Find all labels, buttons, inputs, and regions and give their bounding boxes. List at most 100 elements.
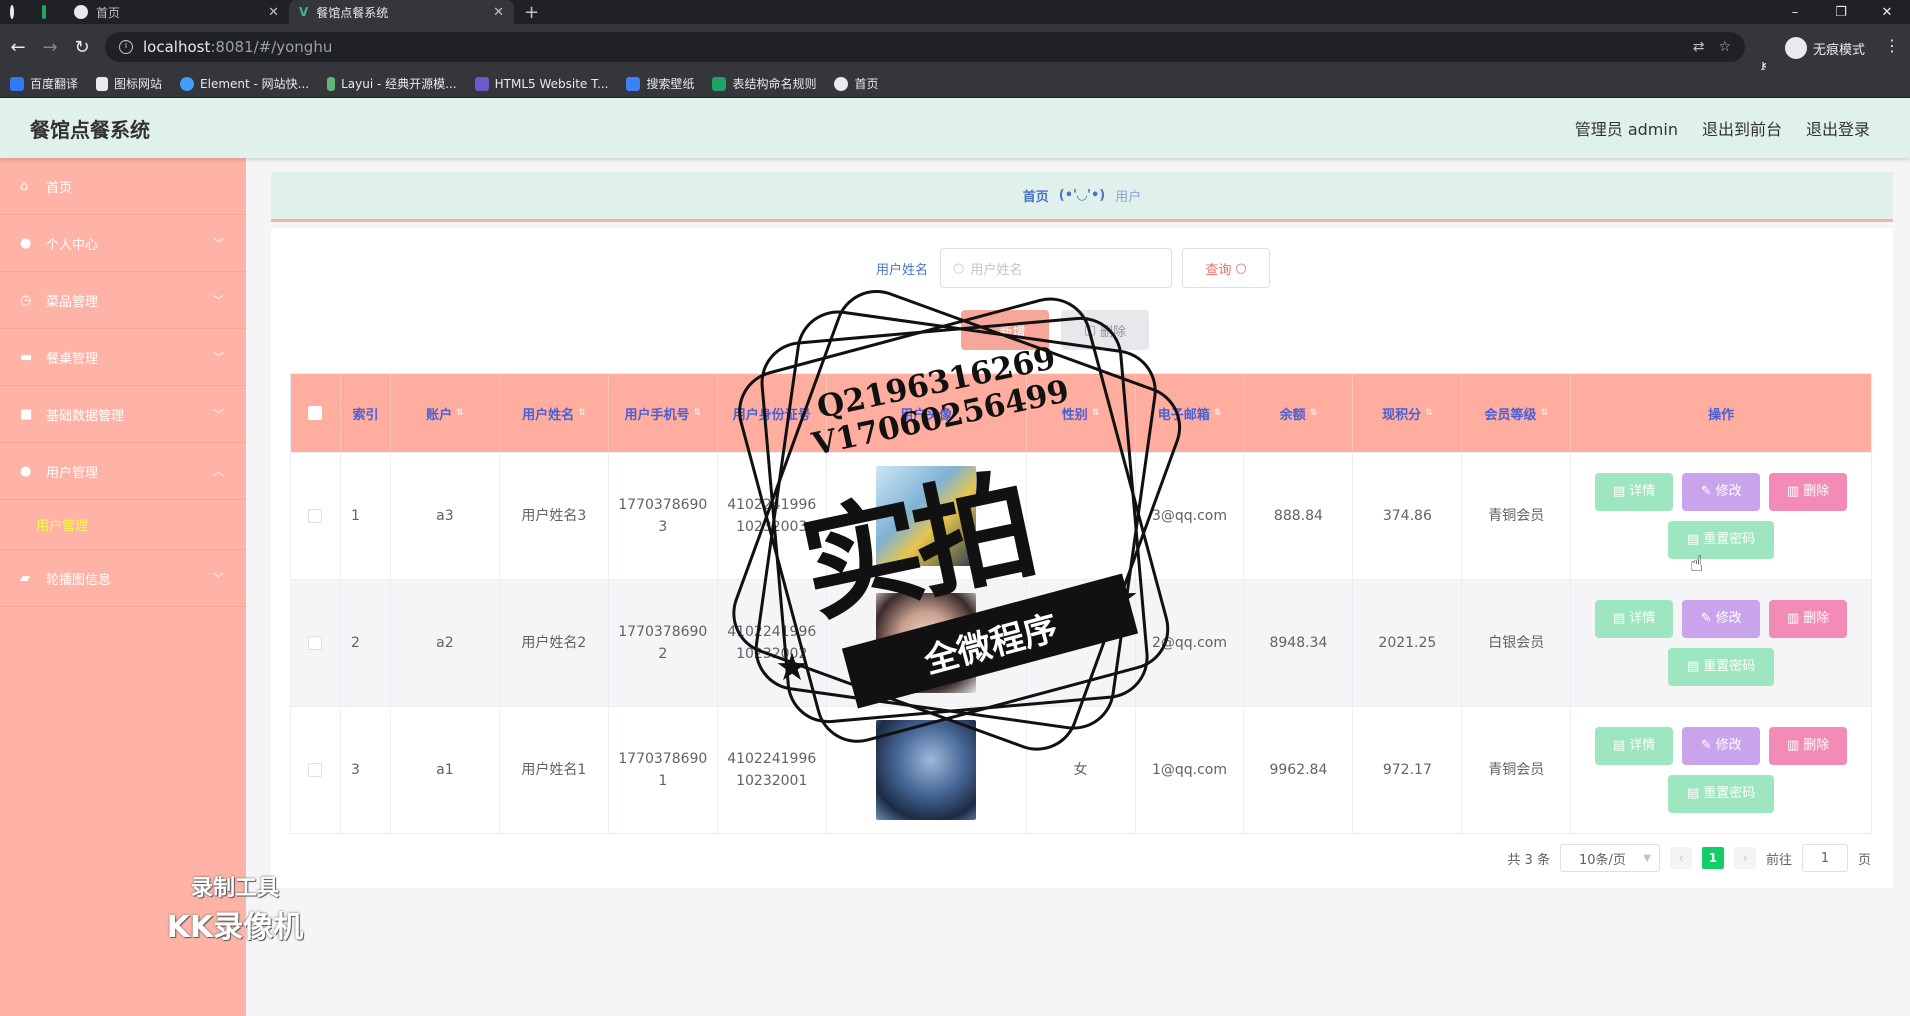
close-window-icon[interactable]: ✕ [1864,5,1910,20]
sort-icon[interactable]: ⇅ [1425,408,1433,418]
breadcrumb-home[interactable]: 首页 [1023,186,1049,205]
bookmark-6[interactable]: 表结构命名规则 [712,75,816,92]
edit-button[interactable]: ✎ 修改 [1682,600,1761,638]
detail-label: 详情 [1629,738,1656,753]
bookmark-2[interactable]: Element - 网站快... [180,75,309,92]
pagination: 共 3 条 10条/页 ▼ ‹ 1 › 前往 1 页 [1507,844,1871,872]
detail-button[interactable]: ▤ 详情 [1595,600,1674,638]
recorder-line1: 录制工具 [190,876,279,901]
bookmark-7[interactable]: 首页 [834,75,879,92]
browser-tab-1[interactable] [32,0,64,24]
forward-icon[interactable]: → [34,37,66,58]
goto-value: 1 [1820,850,1830,866]
header-balance[interactable]: 余额 ⇅ [1244,374,1354,452]
next-page-button[interactable]: › [1733,847,1756,869]
row-checkbox[interactable] [308,636,323,650]
reset-password-button[interactable]: ▤ 重置密码 [1668,521,1775,559]
breadcrumb-separator: (•'◡'•) [1058,188,1106,203]
bookmark-label: Element - 网站快... [200,77,310,91]
sort-icon[interactable]: ⇅ [1214,408,1222,418]
briefcase-icon: ▰ [20,570,30,586]
query-button[interactable]: 查询 ○ [1182,248,1271,288]
profile-label: 无痕模式 [1813,42,1866,58]
header-level[interactable]: 会员等级 ⇅ [1462,374,1572,452]
bookmark-label: 首页 [854,77,879,91]
cell-index: 2 [341,580,391,706]
detail-button[interactable]: ▤ 详情 [1595,727,1674,765]
translate-icon[interactable]: ⇄ [1693,39,1705,55]
prev-page-button[interactable]: ‹ [1669,847,1692,869]
bookmark-1[interactable]: 图标网站 [96,75,162,92]
detail-button[interactable]: ▤ 详情 [1595,473,1674,511]
document-icon: ▤ [1687,532,1700,547]
wallpaper-icon [626,76,641,91]
reload-icon[interactable]: ↻ [66,37,98,58]
cell-account: a2 [391,580,500,706]
back-icon[interactable]: ← [2,37,34,58]
sidebar-item-users[interactable]: ● 用户管理 ︿ [0,443,246,500]
delete-label: 删除 [1803,611,1830,626]
sort-icon[interactable]: ⇅ [694,408,702,418]
row-checkbox[interactable] [308,509,323,523]
sidebar-subitem-users[interactable]: 用户管理 [0,500,246,550]
sidebar-item-profile[interactable]: ● 个人中心 ﹀ [0,215,246,272]
search-input[interactable]: ○ 用户姓名 [940,248,1173,288]
info-icon[interactable]: i [119,40,133,54]
clock-icon: ◷ [20,292,32,308]
row-checkbox[interactable] [308,763,323,777]
edit-button[interactable]: ✎ 修改 [1682,727,1761,765]
bookmark-0[interactable]: 百度翻译 [10,75,78,92]
restore-icon[interactable]: ❐ [1818,5,1864,20]
reset-password-button[interactable]: ▤ 重置密码 [1668,775,1775,813]
page-number-current[interactable]: 1 [1701,847,1724,869]
chevron-down-icon: ﹀ [213,572,224,585]
header-name[interactable]: 用户姓名 ⇅ [500,374,609,452]
page-size-select[interactable]: 10条/页 ▼ [1559,844,1660,872]
address-bar[interactable]: i localhost:8081/#/yonghu ⇄ ☆ [105,32,1745,62]
browser-tab-0[interactable] [0,0,32,24]
cell-points: 374.86 [1353,453,1463,579]
header-account[interactable]: 账户 ⇅ [391,374,500,452]
bookmark-5[interactable]: 搜索壁纸 [626,75,694,92]
minimize-icon[interactable]: – [1772,5,1818,20]
cell-level: 白银会员 [1462,580,1572,706]
incognito-profile[interactable]: 无痕模式 [1785,37,1865,59]
sort-icon[interactable]: ⇅ [1541,408,1549,418]
header-index: 索引 [341,374,391,452]
sidebar-item-carousel[interactable]: ▰ 轮播图信息 ﹀ [0,550,246,607]
sidebar-item-tables[interactable]: ▬ 餐桌管理 ﹀ [0,329,246,386]
header-points[interactable]: 现积分 ⇅ [1353,374,1463,452]
edit-button[interactable]: ✎ 修改 [1682,473,1761,511]
delete-button[interactable]: ▥ 删除 [1769,473,1848,511]
delete-label: 删除 [1803,484,1830,499]
go-frontend-link[interactable]: 退出到前台 [1702,116,1782,140]
document-icon: ▤ [1613,738,1626,753]
browser-tab-3[interactable]: V 餐馆点餐系统 ✕ [289,0,514,24]
delete-button[interactable]: ▥ 删除 [1769,600,1848,638]
browser-tab-2[interactable]: 首页 ✕ [64,0,289,24]
sort-icon[interactable]: ⇅ [578,408,586,418]
delete-button[interactable]: ▥ 删除 [1769,727,1848,765]
sort-icon[interactable]: ⇅ [1310,408,1318,418]
chat-icon: ▬ [20,349,33,365]
close-icon[interactable]: ✕ [268,5,279,20]
reset-password-button[interactable]: ▤ 重置密码 [1668,648,1775,686]
sort-icon[interactable]: ⇅ [456,408,464,418]
select-all-checkbox[interactable] [308,406,323,420]
goto-page-input[interactable]: 1 [1801,844,1848,872]
close-icon[interactable]: ✕ [493,5,504,20]
bookmark-3[interactable]: Layui - 经典开源模... [327,75,457,92]
sidebar-item-home[interactable]: ⌂ 首页 [0,158,246,215]
new-tab-button[interactable]: + [514,0,549,24]
star-icon[interactable]: ☆ [1718,39,1731,55]
menu-kebab-icon[interactable]: ⋮ [1884,36,1900,55]
logout-link[interactable]: 退出登录 [1806,116,1870,140]
header-phone[interactable]: 用户手机号 ⇅ [609,374,718,452]
tab-title: 餐馆点餐系统 [316,5,389,20]
bookmark-4[interactable]: HTML5 Website T... [474,76,608,91]
document-icon: ▤ [1613,484,1626,499]
document-icon: ▤ [1613,611,1626,626]
sidebar-item-basedata[interactable]: ■ 基础数据管理 ﹀ [0,386,246,443]
sidebar-item-dishes[interactable]: ◷ 菜品管理 ﹀ [0,272,246,329]
admin-user-label: 管理员 admin [1574,120,1678,139]
